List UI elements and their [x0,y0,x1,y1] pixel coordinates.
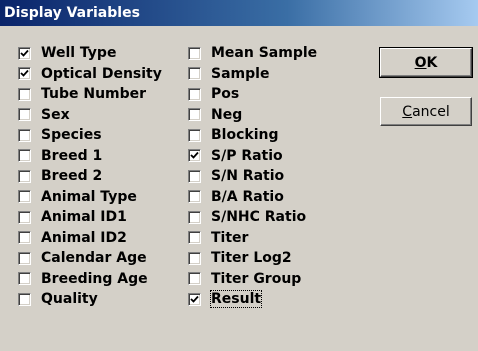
checkbox-titer[interactable]: Titer [188,228,317,249]
checkbox-box[interactable] [188,128,201,142]
checkbox-label: Mean Sample [211,45,318,62]
checkbox-result[interactable]: Result [188,289,317,310]
checkbox-label: Titer Group [211,270,302,287]
checkbox-animal-id2[interactable]: Animal ID2 [18,228,162,249]
checkbox-label: Species [41,127,102,144]
checkbox-box[interactable] [188,251,201,265]
checkbox-b-a-ratio[interactable]: B/A Ratio [188,187,317,208]
checkbox-label: Animal Type [41,188,137,205]
checkbox-box[interactable] [18,251,31,265]
checkbox-label: S/NHC Ratio [211,209,307,226]
checkbox-label: Result [209,290,263,309]
checkbox-breed-2[interactable]: Breed 2 [18,166,162,187]
checkbox-blocking[interactable]: Blocking [188,125,317,146]
checkbox-label: Breed 1 [41,147,103,164]
checkbox-label: Well Type [41,45,117,62]
checkbox-animal-type[interactable]: Animal Type [18,187,162,208]
checkbox-s-n-ratio[interactable]: S/N Ratio [188,166,317,187]
checkbox-quality[interactable]: Quality [18,289,162,310]
checkbox-box[interactable] [18,210,31,224]
checkbox-label: Optical Density [41,65,162,82]
checkbox-box[interactable] [188,87,201,101]
checkbox-breed-1[interactable]: Breed 1 [18,146,162,167]
checkbox-breeding-age[interactable]: Breeding Age [18,269,162,290]
checkbox-box[interactable] [18,272,31,286]
checkbox-box[interactable] [188,46,201,60]
checkbox-titer-log2[interactable]: Titer Log2 [188,248,317,269]
cancel-button[interactable]: Cancel [380,97,472,126]
checkbox-label: Sex [41,106,70,123]
left-checkbox-column: Well Type Optical Density Tube Number Sex Sp… [18,43,162,310]
checkmark-icon [20,70,29,78]
checkbox-box[interactable] [188,67,201,81]
checkbox-label: Titer [211,229,249,246]
checkbox-box[interactable] [188,272,201,286]
right-checkbox-column: Mean Sample Sample Pos Neg Blocking S/P Ratio… [188,43,317,310]
checkbox-box[interactable] [188,169,201,183]
checkbox-label: B/A Ratio [211,188,284,205]
checkbox-box[interactable] [188,210,201,224]
checkbox-label: Breed 2 [41,168,103,185]
checkbox-label: Blocking [211,127,279,144]
checkbox-label: Animal ID2 [41,229,127,246]
checkbox-box[interactable] [188,190,201,204]
checkbox-label: Tube Number [41,86,147,103]
checkmark-icon [190,295,199,303]
checkbox-titer-group[interactable]: Titer Group [188,269,317,290]
checkbox-mean-sample[interactable]: Mean Sample [188,43,317,64]
checkbox-species[interactable]: Species [18,125,162,146]
checkbox-box[interactable] [18,190,31,204]
checkbox-animal-id1[interactable]: Animal ID1 [18,207,162,228]
checkbox-tube-number[interactable]: Tube Number [18,84,162,105]
checkbox-neg[interactable]: Neg [188,105,317,126]
checkbox-label: Animal ID1 [41,209,127,226]
checkbox-box[interactable] [18,149,31,163]
ok-mnemonic: O [414,54,427,71]
checkbox-box[interactable] [18,108,31,122]
checkbox-label: S/P Ratio [211,147,283,164]
cancel-mnemonic: C [402,103,413,120]
checkbox-box[interactable] [188,292,201,306]
checkbox-sample[interactable]: Sample [188,64,317,85]
checkbox-label: S/N Ratio [211,168,285,185]
checkbox-box[interactable] [18,128,31,142]
checkbox-s-nhc-ratio[interactable]: S/NHC Ratio [188,207,317,228]
checkbox-label: Titer Log2 [211,250,292,267]
checkmark-icon [190,152,199,160]
checkbox-pos[interactable]: Pos [188,84,317,105]
checkbox-label: Breeding Age [41,270,148,287]
cancel-label-rest: ancel [412,103,450,120]
checkbox-sex[interactable]: Sex [18,105,162,126]
checkbox-label: Neg [211,106,243,123]
checkbox-calendar-age[interactable]: Calendar Age [18,248,162,269]
ok-button[interactable]: OK [379,47,473,78]
title-bar[interactable]: Display Variables [0,0,478,26]
checkbox-box[interactable] [188,149,201,163]
checkbox-label: Quality [41,291,98,308]
checkbox-box[interactable] [18,87,31,101]
dialog-title: Display Variables [4,5,140,21]
checkbox-box[interactable] [18,46,31,60]
ok-label-rest: K [426,54,438,71]
checkbox-box[interactable] [188,108,201,122]
checkbox-well-type[interactable]: Well Type [18,43,162,64]
checkbox-label: Calendar Age [41,250,147,267]
display-variables-dialog: Display Variables Well Type Optical Densi… [0,0,478,351]
checkbox-label: Sample [211,65,270,82]
checkbox-label: Pos [211,86,240,103]
checkbox-box[interactable] [18,231,31,245]
checkmark-icon [20,49,29,57]
checkbox-s-p-ratio[interactable]: S/P Ratio [188,146,317,167]
checkbox-box[interactable] [18,67,31,81]
checkbox-box[interactable] [18,169,31,183]
checkbox-box[interactable] [18,292,31,306]
checkbox-optical-density[interactable]: Optical Density [18,64,162,85]
checkbox-box[interactable] [188,231,201,245]
